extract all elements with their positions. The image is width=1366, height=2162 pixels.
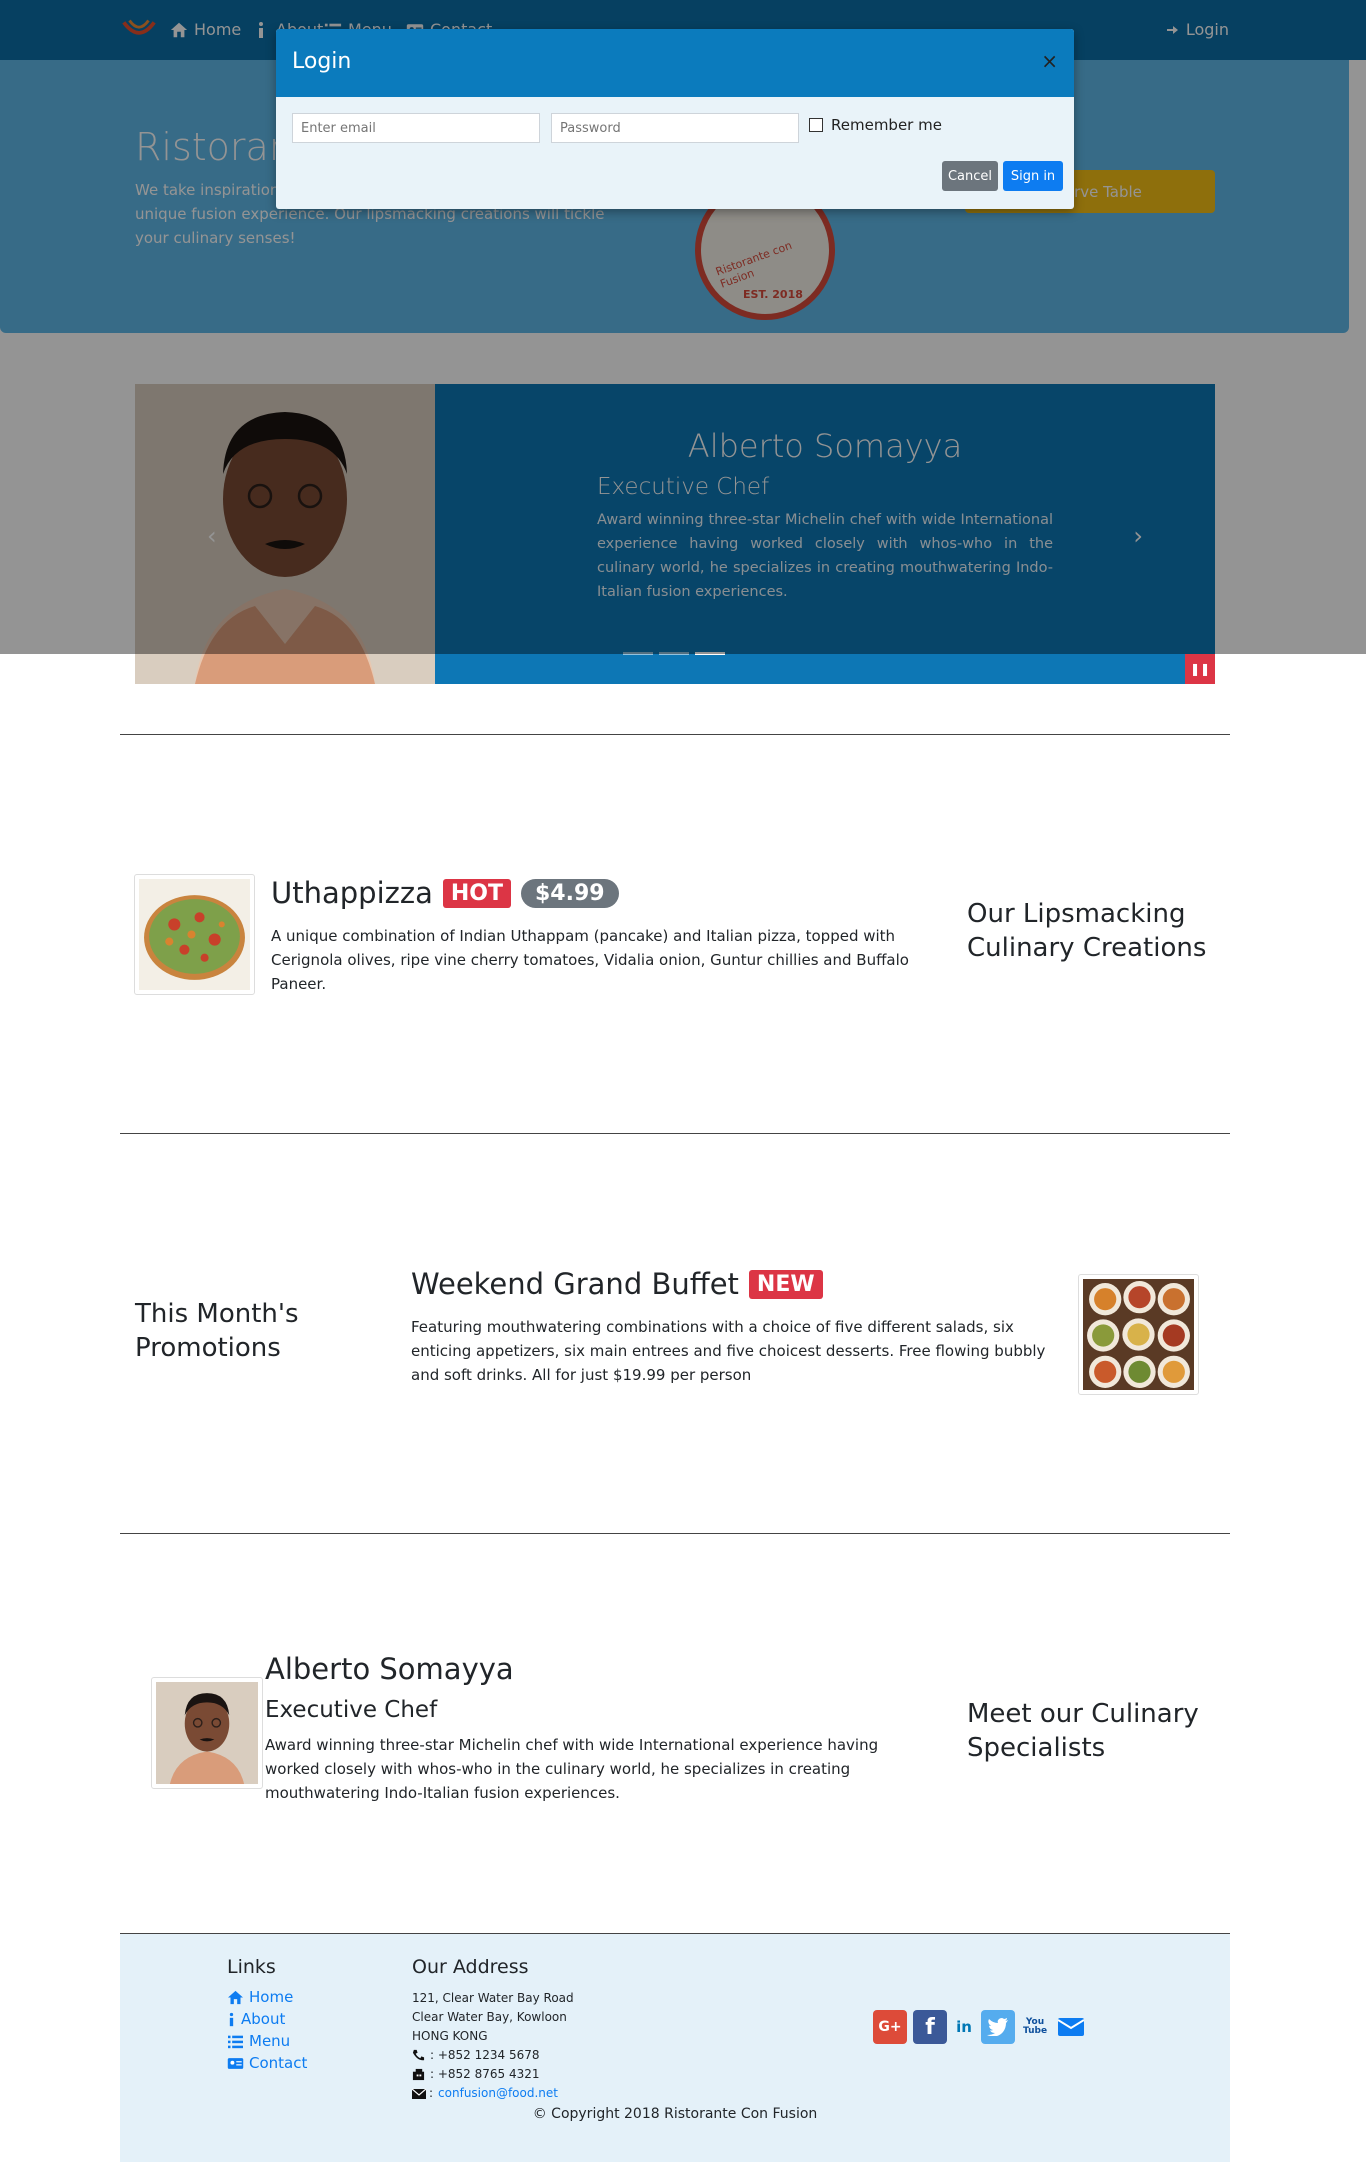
buffet-image <box>1078 1274 1199 1395</box>
footer-links: Home About Menu Contact <box>227 1988 307 2072</box>
phone-row: : +852 1234 5678 <box>412 2046 574 2065</box>
divider <box>120 1533 1230 1534</box>
mail-icon[interactable] <box>1055 2010 1087 2044</box>
email-row: : confusion@food.net <box>412 2084 574 2103</box>
footer-link-about[interactable]: About <box>227 2010 307 2028</box>
address-line: HONG KONG <box>412 2029 488 2043</box>
cancel-button[interactable]: Cancel <box>942 161 998 191</box>
leader-title: Alberto Somayya <box>265 1652 514 1686</box>
links-heading: Links <box>227 1956 276 1978</box>
dish-description: A unique combination of Indian Uthappam … <box>271 927 909 993</box>
divider <box>120 734 1230 735</box>
address-line: Clear Water Bay, Kowloon <box>412 2010 567 2024</box>
footer-link-label: About <box>241 2010 286 2028</box>
twitter-icon[interactable] <box>981 2010 1015 2044</box>
password-field[interactable] <box>551 113 799 143</box>
footer-link-contact[interactable]: Contact <box>227 2054 307 2072</box>
address-block: 121, Clear Water Bay Road Clear Water Ba… <box>412 1989 574 2103</box>
leader-image <box>151 1677 263 1789</box>
copyright: © Copyright 2018 Ristorante Con Fusion <box>532 2106 818 2122</box>
footer-link-label: Menu <box>249 2032 291 2050</box>
leader-role: Executive Chef <box>265 1697 438 1723</box>
fax-number: : +852 8765 4321 <box>430 2067 540 2081</box>
leader-side-heading: Meet our Culinary Specialists <box>967 1699 1199 1763</box>
address-card-icon <box>227 2057 244 2069</box>
leader-description: Award winning three-star Michelin chef w… <box>265 1736 879 1802</box>
promotion-title: Weekend Grand Buffet NEW <box>411 1267 823 1301</box>
divider <box>120 1133 1230 1134</box>
modal-header: Login × <box>276 29 1074 97</box>
dish-name: Uthappizza <box>271 876 433 910</box>
home-icon <box>228 1990 243 2004</box>
linkedin-icon[interactable]: in <box>953 2010 975 2044</box>
fax-icon <box>412 2068 425 2081</box>
modal-title: Login <box>292 49 352 74</box>
remember-checkbox[interactable] <box>809 118 823 132</box>
pause-button[interactable]: ❚❚ <box>1185 654 1215 684</box>
dish-image <box>134 874 255 995</box>
footer-link-label: Contact <box>249 2054 308 2072</box>
close-icon[interactable]: × <box>1041 49 1058 73</box>
fax-row: : +852 8765 4321 <box>412 2065 574 2084</box>
new-badge: NEW <box>748 1269 823 1299</box>
address-line: 121, Clear Water Bay Road <box>412 1991 574 2005</box>
promotion-side-heading: This Month's Promotions <box>135 1299 299 1363</box>
social-links: G+ f in You Tube <box>873 2010 1087 2044</box>
dish-side-heading: Our Lipsmacking Culinary Creations <box>967 899 1207 963</box>
remember-label: Remember me <box>831 116 942 134</box>
remember-me[interactable]: Remember me <box>809 116 942 134</box>
info-icon <box>229 2012 234 2026</box>
phone-number: : +852 1234 5678 <box>430 2048 540 2062</box>
footer-link-home[interactable]: Home <box>227 1988 307 2006</box>
price-badge: $4.99 <box>520 878 619 908</box>
phone-icon <box>412 2049 425 2061</box>
address-heading: Our Address <box>412 1956 529 1978</box>
sign-in-button[interactable]: Sign in <box>1003 161 1063 191</box>
facebook-icon[interactable]: f <box>913 2010 947 2044</box>
dish-title: Uthappizza HOT $4.99 <box>271 876 619 910</box>
email-link[interactable]: confusion@food.net <box>438 2084 558 2103</box>
promotion-description: Featuring mouthwatering combinations wit… <box>411 1318 1046 1384</box>
promotion-name: Weekend Grand Buffet <box>411 1267 739 1301</box>
footer-link-menu[interactable]: Menu <box>227 2032 307 2050</box>
login-modal: Login × Remember me Cancel Sign in <box>276 29 1074 209</box>
footer-link-label: Home <box>249 1988 294 2006</box>
youtube-icon[interactable]: You Tube <box>1021 2010 1049 2044</box>
leader-name: Alberto Somayya <box>265 1652 514 1686</box>
email-field[interactable] <box>292 113 540 143</box>
envelope-icon <box>412 2088 426 2099</box>
list-icon <box>228 2035 243 2048</box>
footer: Links Home About Menu Contact Our Addres… <box>120 1934 1230 2162</box>
hot-badge: HOT <box>442 878 511 908</box>
google-plus-icon[interactable]: G+ <box>873 2010 907 2044</box>
